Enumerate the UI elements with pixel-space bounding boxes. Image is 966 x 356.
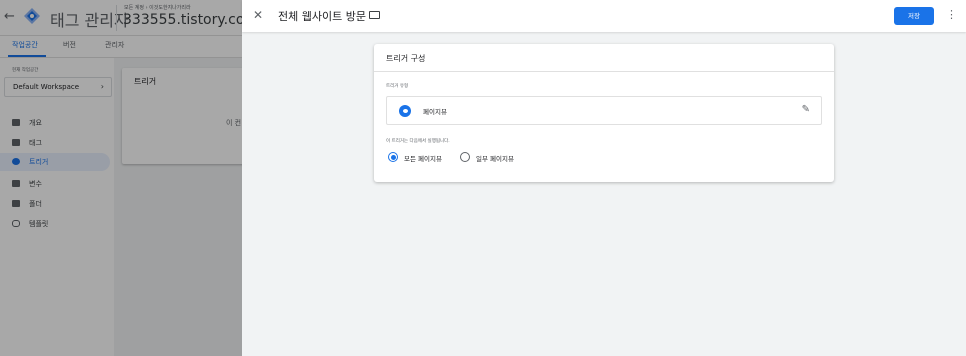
close-icon[interactable]: ✕ xyxy=(253,8,263,22)
trigger-name-title[interactable]: 전체 웹사이트 방문 xyxy=(278,8,366,24)
save-button[interactable]: 저장 xyxy=(894,7,934,25)
folder-icon[interactable] xyxy=(369,11,380,19)
panel-header: ✕ 전체 웹사이트 방문 저장 ⋮ xyxy=(242,0,966,32)
radio-selected-icon[interactable] xyxy=(388,152,398,162)
radio-unselected-icon[interactable] xyxy=(460,152,470,162)
pageview-eye-icon xyxy=(399,105,411,117)
trigger-type-selector[interactable]: 페이지뷰 ✎ xyxy=(386,96,822,125)
more-vert-icon[interactable]: ⋮ xyxy=(946,8,957,22)
trigger-editor-panel: ✕ 전체 웹사이트 방문 저장 ⋮ 트리거 구성 트리거 유형 페이지뷰 ✎ 이… xyxy=(242,0,966,356)
config-card-header: 트리거 구성 xyxy=(374,44,834,72)
trigger-type-label: 트리거 유형 xyxy=(386,84,409,89)
trigger-configuration-card: 트리거 구성 트리거 유형 페이지뷰 ✎ 이 트리거는 다음에서 실행됩니다. … xyxy=(374,44,834,182)
fire-on-label: 이 트리거는 다음에서 실행됩니다. xyxy=(386,139,450,144)
radio-label: 일부 페이지뷰 xyxy=(476,155,514,163)
trigger-type-name: 페이지뷰 xyxy=(423,108,447,116)
radio-label: 모든 페이지뷰 xyxy=(404,155,442,163)
config-card-title: 트리거 구성 xyxy=(386,54,426,63)
edit-pencil-icon[interactable]: ✎ xyxy=(802,104,810,115)
